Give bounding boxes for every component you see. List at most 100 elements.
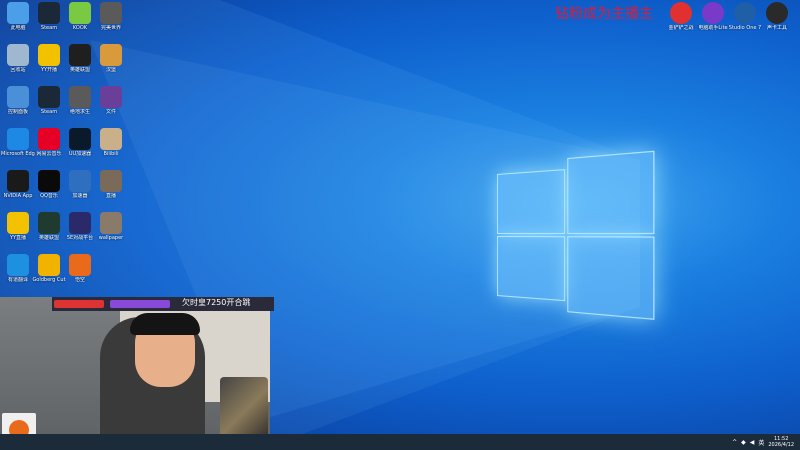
desktop-icon-label: 5E对战平台 [63,235,97,241]
desktop-icon-assistant[interactable]: 电脑助手Lite [696,2,730,31]
desktop-icon-label: 汉堡 [94,67,128,73]
burger-icon [100,44,122,66]
desktop-icon-sound-card[interactable]: 声卡工具 [760,2,794,31]
desktop-icon-steam[interactable]: Steam [32,86,66,115]
desktop-icon-label: 英雄联盟 [32,235,66,241]
photo-icon [100,170,122,192]
desktop-icon-file[interactable]: 文件 [94,86,128,115]
kook-icon [69,2,91,24]
desktop-icon-avatar[interactable]: Bilibili [94,128,128,157]
desktop-icon-label: Goldberg Cut [32,277,66,283]
headphones [130,313,200,335]
desktop-icon-label: YY直播 [1,235,35,241]
desktop-icon-label: 网易云音乐 [32,151,66,157]
desktop-icon-label: 英雄联盟 [63,67,97,73]
desktop-icon-label: Studio One 7 [728,25,762,31]
volume-icon[interactable]: ◀ [750,439,755,446]
valorant-icon [69,44,91,66]
desktop-icon-label: 绝地求生 [63,109,97,115]
desktop-icon-label: 直播 [94,193,128,199]
netease-music-icon [38,128,60,150]
desktop-icon-qq-music[interactable]: QQ音乐 [32,170,66,199]
streamer-banner: 钻粉成为主播主 [555,3,653,23]
desktop-icon-label: 回收站 [1,67,35,73]
wifi-icon[interactable]: ◆ [741,439,746,446]
desktop-icon-control-panel[interactable]: 控制面板 [1,86,35,115]
desktop-icon-burger[interactable]: 汉堡 [94,44,128,73]
desktop-icon-speed[interactable]: 加速器 [63,170,97,199]
desktop-icon-uu[interactable]: UU加速器 [63,128,97,157]
recycle-bin-icon [7,44,29,66]
game-icon [670,2,692,24]
pubg-icon [69,86,91,108]
desktop-icon-translate[interactable]: 有道翻译 [1,254,35,283]
computer-icon [7,2,29,24]
desktop-icon-label: Microsoft Edge [1,151,35,157]
translate-icon [7,254,29,276]
desktop-icon-steam[interactable]: Steam [32,2,66,31]
studio-one-icon [734,2,756,24]
desktop-icon-pubg[interactable]: 绝地求生 [63,86,97,115]
desktop-icon-label: 声卡工具 [760,25,794,31]
desktop-icon-kook[interactable]: KOOK [63,2,97,31]
desktop-icon-label: 控制面板 [1,109,35,115]
avatar-icon [100,128,122,150]
desktop-icon-label: 电脑助手Lite [696,25,730,31]
desktop-icon-5e[interactable]: 5E对战平台 [63,212,97,241]
desktop-icon-studio-one[interactable]: Studio One 7 [728,2,762,31]
clock[interactable]: 11:52 2026/4/12 [768,436,794,448]
desktop-icon-label: UU加速器 [63,151,97,157]
desktop-icon-yy[interactable]: YY开播 [32,44,66,73]
desktop-icon-label: Steam [32,109,66,115]
desktop-icon-goku[interactable]: 悟空 [63,254,97,283]
desktop-icon-nvidia[interactable]: NVIDIA App [1,170,35,199]
desktop-icon-photo[interactable]: wallpaper [94,212,128,241]
desktop-icon-label: Bilibili [94,151,128,157]
desktop-icon-label: YY开播 [32,67,66,73]
speed-icon [69,170,91,192]
uu-icon [69,128,91,150]
desktop-icon-game[interactable]: 金铲铲之战 [664,2,698,31]
windows-logo [497,146,652,321]
desktop-icon-label: QQ音乐 [32,193,66,199]
yy-live-icon [7,212,29,234]
desktop-icon-label: 完美世界 [94,25,128,31]
desktop-icon-label: 金铲铲之战 [664,25,698,31]
taskbar: ^ ◆ ◀ 英 11:52 2026/4/12 [0,434,800,450]
desktop-icon-label: 有道翻译 [1,277,35,283]
desktop-icon-label: 文件 [94,109,128,115]
desktop-icon-label: 加速器 [63,193,97,199]
ime-indicator[interactable]: 英 [758,438,764,447]
desktop-icon-edge[interactable]: Microsoft Edge [1,128,35,157]
desktop-icon-label: KOOK [63,25,97,31]
assistant-icon [702,2,724,24]
nvidia-icon [7,170,29,192]
steam-icon [38,2,60,24]
desktop-icon-label: Steam [32,25,66,31]
system-tray: ^ ◆ ◀ 英 11:52 2026/4/12 [732,434,794,450]
goku-icon [69,254,91,276]
perfect-world-icon [100,2,122,24]
desktop-icon-label: 悟空 [63,277,97,283]
control-panel-icon [7,86,29,108]
yy-icon [38,44,60,66]
desktop-icon-recycle-bin[interactable]: 回收站 [1,44,35,73]
desktop-icon-photo[interactable]: 直播 [94,170,128,199]
file-icon [100,86,122,108]
desktop-icon-perfect-world[interactable]: 完美世界 [94,2,128,31]
qq-music-icon [38,170,60,192]
desktop-icon-netease-music[interactable]: 网易云音乐 [32,128,66,157]
desktop-icon-label: wallpaper [94,235,128,241]
desktop-icon-triangle[interactable]: 英雄联盟 [32,212,66,241]
desktop-icon-goldberg[interactable]: Goldberg Cut [32,254,66,283]
photo-icon [100,212,122,234]
desktop-icon-valorant[interactable]: 英雄联盟 [63,44,97,73]
5e-icon [69,212,91,234]
clock-date: 2026/4/12 [768,442,794,448]
desktop-icon-yy-live[interactable]: YY直播 [1,212,35,241]
edge-icon [7,128,29,150]
desktop-icon-computer[interactable]: 此电脑 [1,2,35,31]
desktop-icon-label: NVIDIA App [1,193,35,199]
chevron-up-icon[interactable]: ^ [732,439,737,446]
steam-icon [38,86,60,108]
